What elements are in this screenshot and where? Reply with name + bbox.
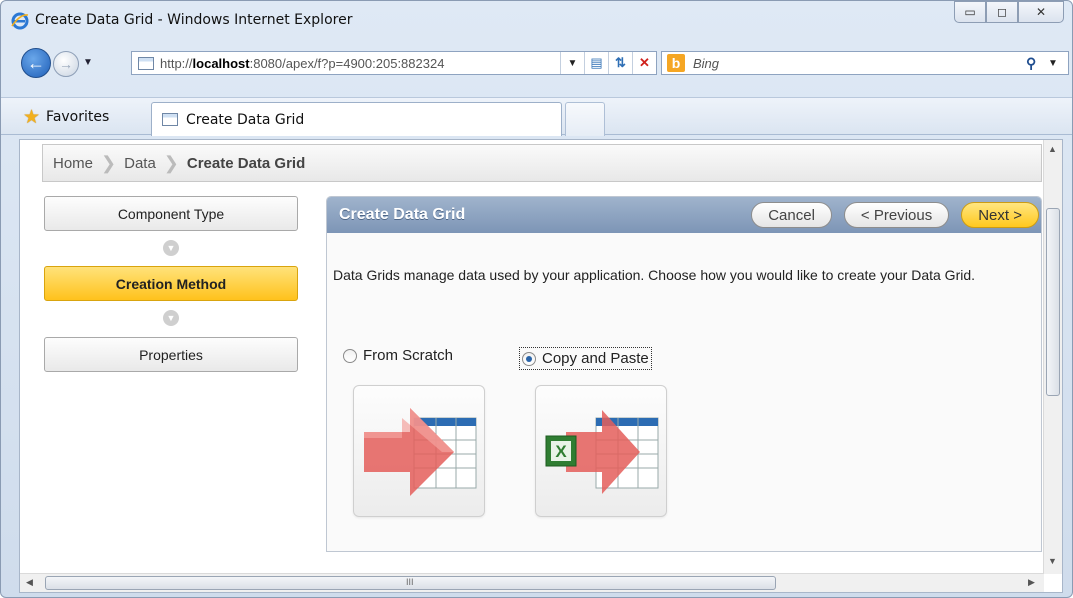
address-bar[interactable]: http://localhost:8080/apex/f?p=4900:205:…: [131, 51, 657, 75]
breadcrumb-data[interactable]: Data: [124, 155, 156, 172]
maximize-button[interactable]: ◻: [986, 1, 1018, 23]
search-dropdown-icon[interactable]: ▼: [1048, 58, 1068, 69]
search-icon[interactable]: ⚲: [1026, 55, 1048, 72]
scroll-up-arrow-icon[interactable]: ▲: [1048, 144, 1057, 154]
breadcrumb-home[interactable]: Home: [53, 155, 93, 172]
wizard-step-component-type[interactable]: Component Type: [44, 196, 298, 231]
address-dropdown-icon[interactable]: ▼: [560, 52, 584, 74]
create-data-grid-region: Create Data Grid Cancel < Previous Next …: [326, 196, 1042, 552]
region-title: Create Data Grid: [339, 206, 466, 223]
wizard-step-creation-method[interactable]: Creation Method: [44, 266, 298, 301]
grid-arrow-icon: [364, 408, 477, 496]
forward-button[interactable]: →: [53, 51, 79, 77]
previous-button[interactable]: < Previous: [843, 202, 950, 228]
cancel-button[interactable]: Cancel: [751, 202, 832, 228]
recent-pages-dropdown-icon[interactable]: ▼: [83, 57, 93, 68]
breadcrumb-current: Create Data Grid: [186, 154, 306, 172]
chevron-right-icon: ❯: [163, 152, 179, 173]
horizontal-scrollbar[interactable]: ◀ III ▶: [20, 573, 1044, 592]
page-icon: [138, 56, 154, 70]
region-description: Data Grids manage data used by your appl…: [333, 267, 976, 283]
chevron-right-icon: ❯: [101, 152, 117, 173]
breadcrumb: Home ❯ Data ❯ Create Data Grid: [42, 144, 1042, 182]
next-button[interactable]: Next >: [961, 202, 1039, 228]
address-url[interactable]: http://localhost:8080/apex/f?p=4900:205:…: [160, 56, 444, 71]
forward-arrow-icon: →: [59, 56, 73, 72]
tab-create-data-grid[interactable]: Create Data Grid: [151, 102, 562, 136]
back-button[interactable]: ←: [21, 48, 51, 78]
from-scratch-radio[interactable]: [343, 348, 357, 363]
scroll-right-arrow-icon[interactable]: ▶: [1028, 577, 1035, 588]
tab-label: Create Data Grid: [186, 111, 305, 128]
window-title: Create Data Grid - Windows Internet Expl…: [35, 12, 353, 28]
close-button[interactable]: ✕: [1018, 1, 1064, 23]
excel-grid-arrow-icon: X: [545, 410, 659, 494]
favorites-bar: ★ Favorites Create Data Grid: [1, 97, 1072, 136]
browser-window: Create Data Grid - Windows Internet Expl…: [0, 0, 1073, 598]
copy-and-paste-radio[interactable]: [522, 351, 536, 366]
step-connector-icon: ▼: [163, 240, 179, 256]
wizard-step-properties[interactable]: Properties: [44, 337, 298, 372]
navigation-bar: ← → ▼ http://localhost:8080/apex/f?p=490…: [1, 45, 1072, 81]
search-box[interactable]: b Bing ⚲ ▼: [661, 51, 1069, 75]
from-scratch-image[interactable]: [353, 385, 485, 517]
scroll-left-arrow-icon[interactable]: ◀: [26, 577, 33, 588]
page-viewport: Home ❯ Data ❯ Create Data Grid Component…: [19, 139, 1063, 593]
step-connector-icon: ▼: [163, 310, 179, 326]
compatibility-view-icon[interactable]: ▤: [584, 52, 608, 74]
favorites-button[interactable]: ★ Favorites: [23, 106, 109, 128]
refresh-icon[interactable]: ⇅: [608, 52, 632, 74]
scroll-grip-icon: III: [406, 577, 414, 587]
option-copy-and-paste[interactable]: Copy and Paste: [519, 347, 652, 370]
option-from-scratch[interactable]: From Scratch: [343, 347, 453, 364]
scroll-down-arrow-icon[interactable]: ▼: [1048, 556, 1057, 566]
search-input[interactable]: Bing: [693, 56, 1026, 71]
star-icon: ★: [23, 106, 41, 128]
copy-and-paste-image[interactable]: X: [535, 385, 667, 517]
new-tab-button[interactable]: [565, 102, 605, 136]
stop-icon[interactable]: ✕: [632, 52, 656, 74]
back-arrow-icon: ←: [27, 52, 45, 73]
copy-and-paste-label[interactable]: Copy and Paste: [542, 350, 649, 367]
from-scratch-label[interactable]: From Scratch: [363, 347, 453, 364]
favorites-label: Favorites: [46, 109, 110, 125]
internet-explorer-icon: [11, 12, 29, 30]
horizontal-scroll-thumb[interactable]: III: [45, 576, 776, 590]
vertical-scroll-thumb[interactable]: [1046, 208, 1060, 396]
bing-logo-icon: b: [667, 54, 685, 72]
title-bar: Create Data Grid - Windows Internet Expl…: [1, 1, 1072, 39]
minimize-button[interactable]: ▭: [954, 1, 986, 23]
svg-text:X: X: [555, 442, 567, 461]
focus-outline[interactable]: Copy and Paste: [519, 347, 652, 370]
vertical-scrollbar[interactable]: ▲ ▼: [1043, 140, 1062, 574]
page-icon: [162, 113, 178, 126]
